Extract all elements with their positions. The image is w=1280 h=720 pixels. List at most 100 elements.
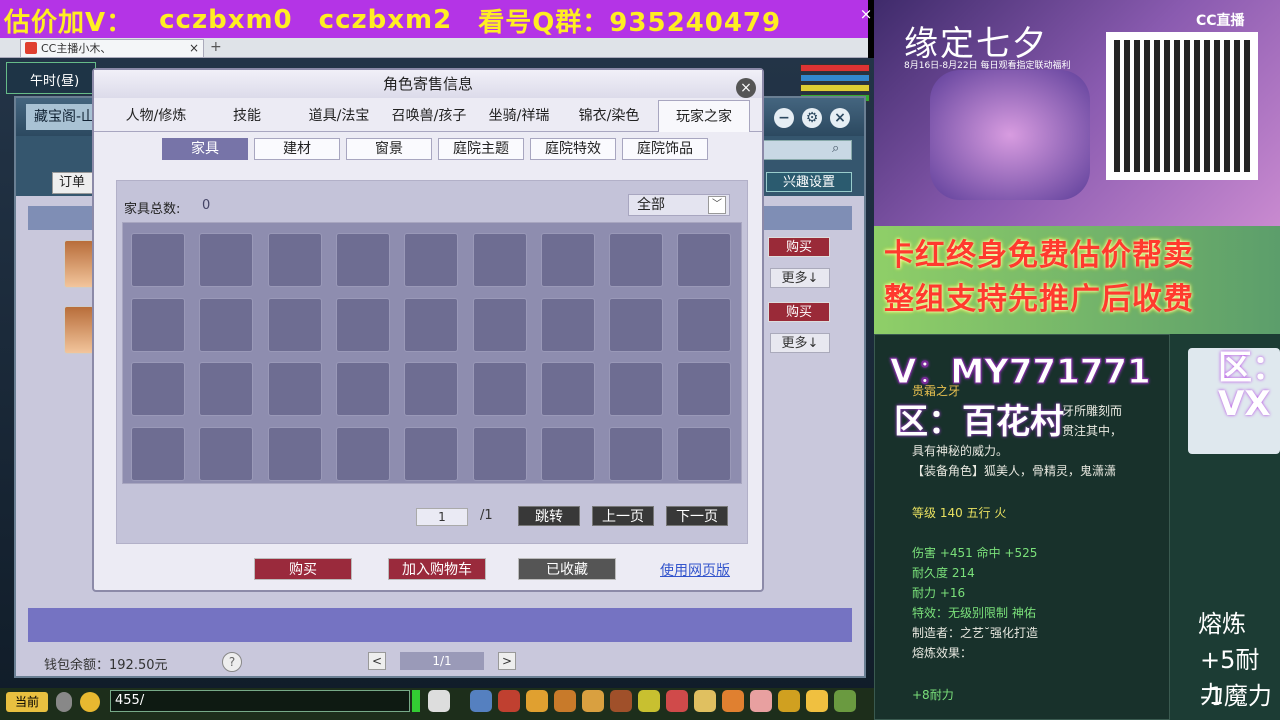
system-icon[interactable] [778, 690, 800, 712]
chat-channel-button[interactable]: 当前 [6, 692, 48, 712]
furniture-slot[interactable] [131, 297, 185, 352]
minimize-icon[interactable]: − [774, 108, 794, 128]
tab-player-home[interactable]: 玩家之家 [658, 100, 750, 132]
furniture-slot[interactable] [472, 297, 527, 352]
bag-icon[interactable] [498, 690, 520, 712]
furniture-slot[interactable] [199, 297, 254, 352]
row-more-button[interactable]: 更多↓ [770, 268, 830, 288]
page-input[interactable]: 1 [416, 508, 468, 526]
furniture-slot[interactable] [199, 362, 254, 416]
pet-icon[interactable] [428, 690, 450, 712]
row-more-button[interactable]: 更多↓ [770, 333, 830, 353]
furniture-slot[interactable] [131, 362, 185, 416]
tab-costumes[interactable]: 锦衣/染色 [564, 100, 654, 132]
furniture-slot[interactable] [404, 233, 459, 287]
furniture-slot[interactable] [609, 426, 664, 481]
furniture-slot[interactable] [472, 362, 527, 416]
emoji-icon[interactable] [80, 692, 100, 712]
skill-icon[interactable] [638, 690, 660, 712]
help-icon[interactable]: ? [222, 652, 242, 672]
subtab-yard-theme[interactable]: 庭院主题 [438, 138, 524, 160]
furniture-slot[interactable] [131, 426, 185, 481]
smile-icon[interactable] [806, 690, 828, 712]
furniture-slot[interactable] [609, 297, 664, 352]
furniture-slot[interactable] [677, 297, 732, 352]
microphone-icon[interactable] [56, 692, 72, 712]
furniture-slot[interactable] [677, 362, 732, 416]
next-page-icon[interactable]: > [498, 652, 516, 670]
promo-line-1: 卡红终身免费估价帮卖 [884, 238, 1194, 273]
row-buy-button[interactable]: 购买 [768, 302, 830, 322]
friends-icon[interactable] [610, 690, 632, 712]
furniture-slot[interactable] [267, 233, 322, 287]
furniture-slot[interactable] [404, 297, 459, 352]
activity-icon[interactable] [722, 690, 744, 712]
browser-tab[interactable]: CC主播小木、 × [20, 39, 204, 57]
close-icon[interactable]: × [858, 6, 874, 22]
subtab-yard-decor[interactable]: 庭院饰品 [622, 138, 708, 160]
dialog-close-icon[interactable]: × [736, 78, 756, 98]
furniture-slot[interactable] [335, 233, 390, 287]
furniture-slot[interactable] [267, 362, 322, 416]
chat-input[interactable]: 455/ [110, 690, 410, 712]
gift-icon[interactable] [526, 690, 548, 712]
chevron-down-icon[interactable]: ﹀ [708, 196, 726, 214]
furniture-slot[interactable] [199, 233, 254, 287]
hp-bar [800, 64, 870, 72]
furniture-slot[interactable] [472, 426, 527, 481]
furniture-slot[interactable] [540, 426, 595, 481]
team-icon[interactable] [582, 690, 604, 712]
map-icon[interactable] [834, 690, 856, 712]
search-icon[interactable]: ⌕ [832, 141, 839, 156]
furniture-slot[interactable] [267, 426, 322, 481]
add-to-cart-button[interactable]: 加入购物车 [388, 558, 486, 580]
tab-items[interactable]: 道具/法宝 [294, 100, 384, 132]
settings-icon[interactable]: ⚙ [802, 108, 822, 128]
next-page-button[interactable]: 下一页 [666, 506, 728, 526]
tab-skills[interactable]: 技能 [212, 100, 282, 132]
furniture-slot[interactable] [609, 233, 664, 287]
tab-mounts[interactable]: 坐骑/祥瑞 [478, 100, 560, 132]
furniture-slot[interactable] [609, 362, 664, 416]
furniture-slot[interactable] [540, 362, 595, 416]
subtab-materials[interactable]: 建材 [254, 138, 340, 160]
prev-page-button[interactable]: 上一页 [592, 506, 654, 526]
furniture-slot[interactable] [335, 426, 390, 481]
prev-page-icon[interactable]: < [368, 652, 386, 670]
qr-pattern [1114, 40, 1250, 172]
quest-icon[interactable] [666, 690, 688, 712]
furniture-slot[interactable] [677, 233, 732, 287]
tab-close-icon[interactable]: × [189, 40, 199, 57]
subtab-window[interactable]: 窗景 [346, 138, 432, 160]
furniture-slot[interactable] [199, 426, 254, 481]
jump-button[interactable]: 跳转 [518, 506, 580, 526]
furniture-slot[interactable] [267, 297, 322, 352]
interest-settings-button[interactable]: 兴趣设置 [766, 172, 852, 192]
furniture-slot[interactable] [335, 362, 390, 416]
furniture-slot[interactable] [131, 233, 185, 287]
treasure-icon[interactable] [554, 690, 576, 712]
subtab-yard-effects[interactable]: 庭院特效 [530, 138, 616, 160]
row-buy-button[interactable]: 购买 [768, 237, 830, 257]
furniture-slot[interactable] [404, 362, 459, 416]
buy-button[interactable]: 购买 [254, 558, 352, 580]
favorited-button[interactable]: 已收藏 [518, 558, 616, 580]
tab-character[interactable]: 人物/修炼 [112, 100, 200, 132]
order-tab[interactable]: 订单 [52, 172, 96, 194]
mp-bar [800, 74, 870, 82]
subtab-furniture[interactable]: 家具 [162, 138, 248, 160]
furniture-slot[interactable] [540, 297, 595, 352]
new-tab-button[interactable]: + [210, 39, 222, 55]
furniture-slot[interactable] [677, 426, 732, 481]
server-area-right: 区： [1218, 348, 1280, 388]
weapon-icon[interactable] [470, 690, 492, 712]
furniture-slot[interactable] [404, 426, 459, 481]
guild-icon[interactable] [750, 690, 772, 712]
store-close-icon[interactable]: × [830, 108, 850, 128]
furniture-slot[interactable] [472, 233, 527, 287]
task-icon[interactable] [694, 690, 716, 712]
tab-summons[interactable]: 召唤兽/孩子 [386, 100, 472, 132]
web-version-link[interactable]: 使用网页版 [660, 560, 730, 580]
furniture-slot[interactable] [335, 297, 390, 352]
furniture-slot[interactable] [540, 233, 595, 287]
